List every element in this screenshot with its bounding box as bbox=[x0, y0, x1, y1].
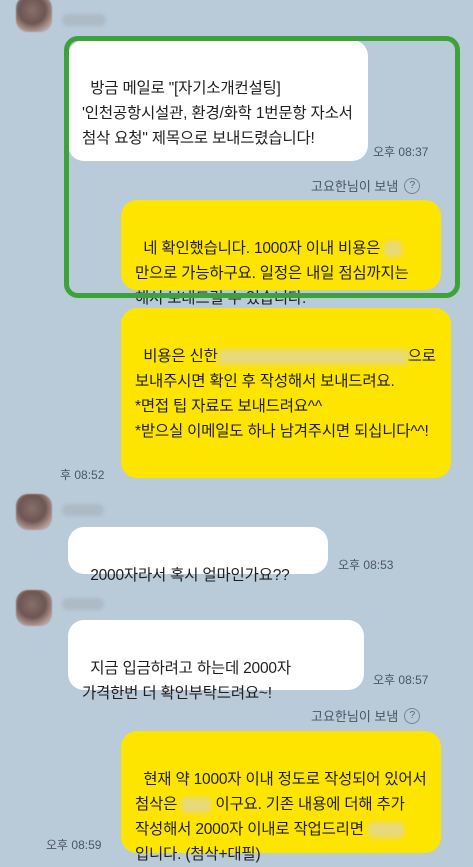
message-text: 지금 입금하려고 하는데 2000자 가격한번 더 확인부탁드려요~! bbox=[82, 660, 295, 702]
sent-via-text: 고요한님이 보냄 bbox=[311, 709, 399, 724]
sender-avatar[interactable] bbox=[16, 590, 52, 626]
incoming-message-1[interactable]: 방금 메일로 "[자기소개컨설팅] '인천공항시설관, 환경/화학 1번문항 자… bbox=[68, 40, 368, 161]
redacted-account-number bbox=[217, 348, 408, 365]
help-icon[interactable]: ? bbox=[404, 707, 421, 724]
sender-name-blurred bbox=[62, 14, 106, 26]
message-text-part: 네 확인했습니다. 1000자 이내 비용은 bbox=[143, 240, 385, 257]
sender-avatar[interactable] bbox=[16, 494, 52, 530]
sender-name-blurred bbox=[62, 504, 104, 516]
sent-via-label: 고요한님이 보냄 ? bbox=[311, 706, 421, 725]
message-time: 오후 08:57 bbox=[373, 673, 429, 687]
message-time: 오후 08:53 bbox=[338, 558, 394, 572]
message-text: 2000자라서 혹시 얼마인가요?? bbox=[90, 567, 290, 584]
redacted-price bbox=[181, 796, 212, 813]
outgoing-message-3[interactable]: 비용은 신한 으로 보내주시면 확인 후 작성해서 보내드려요. *면접 팁 자료… bbox=[121, 308, 451, 478]
sender-avatar[interactable] bbox=[16, 0, 52, 32]
incoming-message-5[interactable]: 지금 입금하려고 하는데 2000자 가격한번 더 확인부탁드려요~! bbox=[68, 620, 364, 702]
outgoing-message-2[interactable]: 네 확인했습니다. 1000자 이내 비용은 만으로 가능하구요. 일정은 내일… bbox=[121, 200, 441, 307]
message-time: 오후 08:59 bbox=[46, 838, 102, 852]
message-time: 후 08:52 bbox=[60, 468, 105, 482]
redacted-price bbox=[384, 240, 403, 257]
message-time: 오후 08:37 bbox=[373, 145, 429, 159]
outgoing-message-6[interactable]: 현재 약 1000자 이내 정도로 작성되어 있어서 첨삭은 이구요. 기존 내… bbox=[121, 731, 441, 863]
help-icon[interactable]: ? bbox=[404, 177, 421, 194]
sent-via-label: 고요한님이 보냄 ? bbox=[311, 176, 421, 195]
message-text-part: 만으로 가능하구요. 일정은 내일 점심까지는 해서 보내드릴 수 있습니다. bbox=[135, 265, 413, 307]
incoming-message-4[interactable]: 2000자라서 혹시 얼마인가요?? bbox=[68, 527, 328, 584]
sender-name-blurred bbox=[62, 598, 104, 610]
message-text: 방금 메일로 "[자기소개컨설팅] '인천공항시설관, 환경/화학 1번문항 자… bbox=[82, 80, 357, 147]
redacted-price bbox=[367, 821, 404, 838]
message-text-part: 비용은 신한 bbox=[143, 348, 218, 365]
sent-via-text: 고요한님이 보냄 bbox=[311, 179, 399, 194]
